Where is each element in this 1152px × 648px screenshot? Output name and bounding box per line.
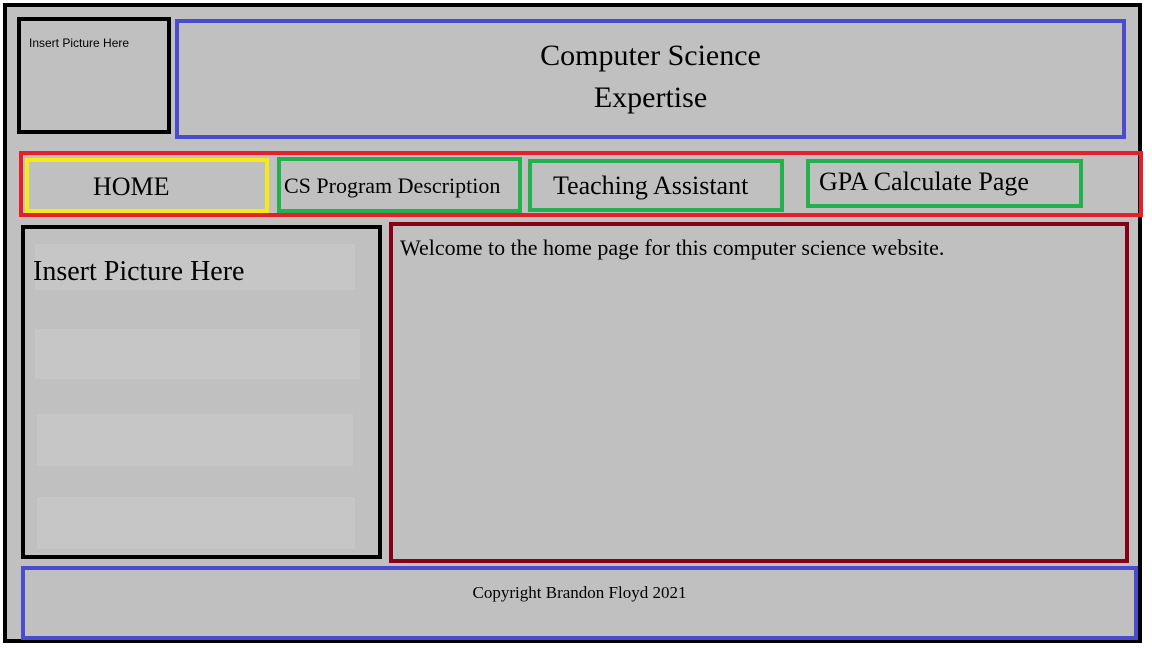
page-frame: Insert Picture Here Computer Science Exp… bbox=[3, 3, 1143, 643]
nav-teaching-assistant-label: Teaching Assistant bbox=[553, 171, 749, 200]
nav-home-label: HOME bbox=[93, 172, 170, 201]
header-banner: Computer Science Expertise bbox=[175, 19, 1126, 139]
sidebar-placeholder-text: Insert Picture Here bbox=[33, 256, 245, 287]
main-content: Welcome to the home page for this comput… bbox=[389, 222, 1129, 563]
sidebar-faint-block bbox=[37, 497, 355, 549]
nav-cs-program-label: CS Program Description bbox=[284, 173, 501, 198]
page-title: Computer Science Expertise bbox=[179, 35, 1122, 119]
page-title-line1: Computer Science bbox=[540, 39, 761, 72]
logo-placeholder-text: Insert Picture Here bbox=[29, 36, 130, 50]
logo-placeholder: Insert Picture Here bbox=[17, 17, 171, 134]
nav-home-button[interactable]: HOME bbox=[25, 158, 269, 213]
nav-cs-program-button[interactable]: CS Program Description bbox=[277, 157, 522, 213]
welcome-text: Welcome to the home page for this comput… bbox=[400, 235, 945, 260]
wireframe-canvas: Insert Picture Here Computer Science Exp… bbox=[0, 0, 1152, 648]
sidebar-faint-block bbox=[37, 414, 353, 466]
sidebar-faint-block bbox=[35, 329, 360, 379]
page-title-line2: Expertise bbox=[593, 81, 708, 114]
sidebar-picture-placeholder: Insert Picture Here bbox=[21, 225, 382, 559]
footer: Copyright Brandon Floyd 2021 bbox=[21, 566, 1138, 640]
nav-teaching-assistant-button[interactable]: Teaching Assistant bbox=[528, 159, 784, 212]
copyright-text: Copyright Brandon Floyd 2021 bbox=[472, 583, 687, 602]
nav-gpa-label: GPA Calculate Page bbox=[819, 167, 1029, 196]
nav-gpa-button[interactable]: GPA Calculate Page bbox=[806, 159, 1083, 208]
